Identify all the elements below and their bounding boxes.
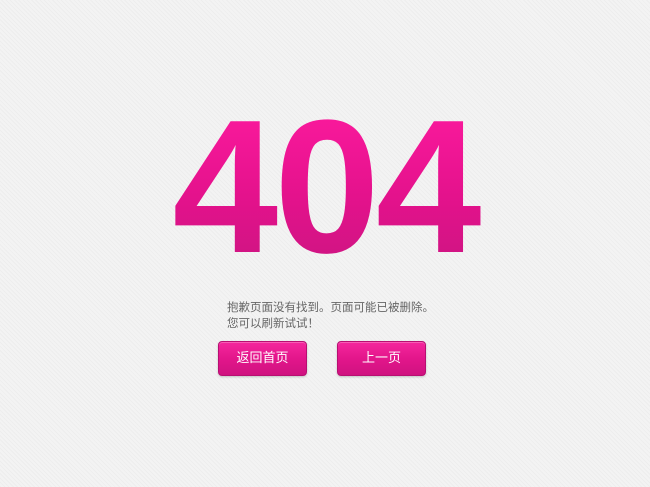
back-button[interactable]: 上一页 bbox=[337, 341, 426, 376]
error-code-heading: 404 bbox=[0, 92, 650, 282]
error-message-line-2: 您可以刷新试试！ bbox=[227, 316, 319, 330]
error-page: 404 抱歉页面没有找到。页面可能已被删除。 您可以刷新试试！ 返回首页 上一页 bbox=[0, 0, 650, 487]
error-message-line-1: 抱歉页面没有找到。页面可能已被删除。 bbox=[227, 300, 434, 314]
error-message: 抱歉页面没有找到。页面可能已被删除。 您可以刷新试试！ bbox=[227, 299, 527, 331]
home-button[interactable]: 返回首页 bbox=[218, 341, 307, 376]
